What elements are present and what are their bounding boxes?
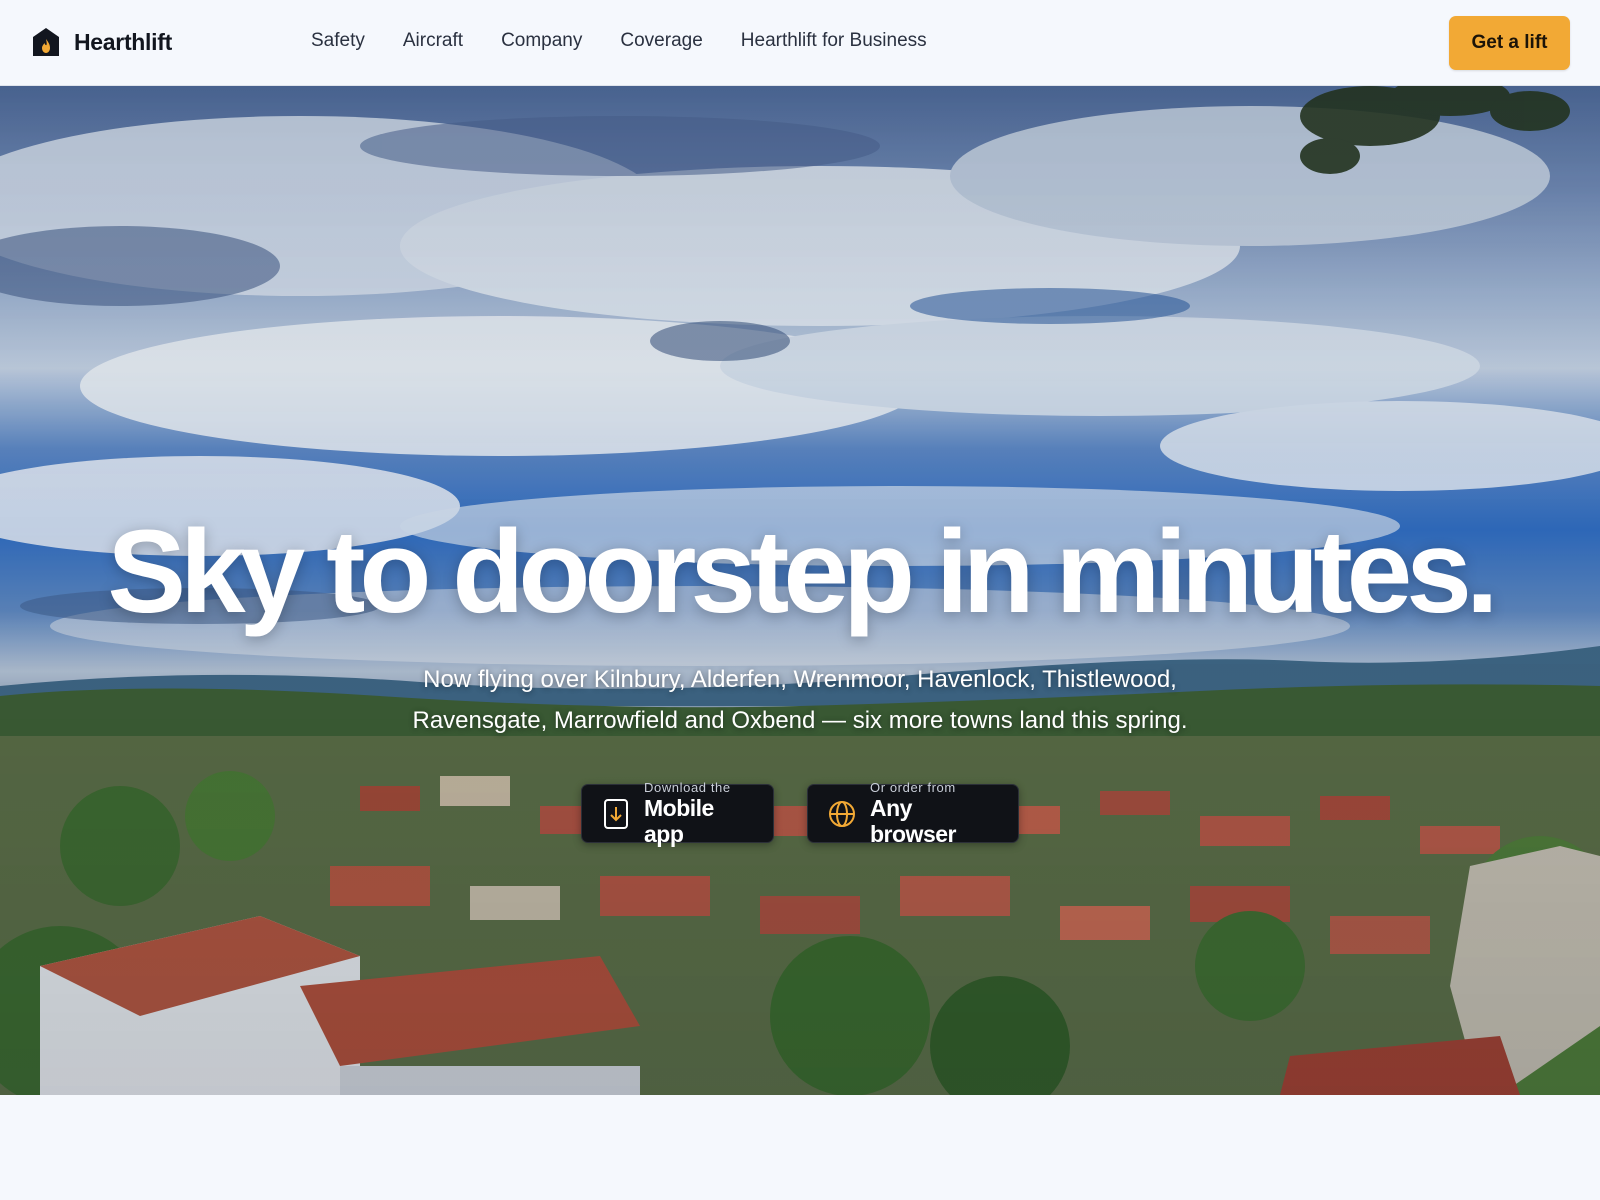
get-a-lift-button[interactable]: Get a lift <box>1449 16 1570 70</box>
nav-link-coverage[interactable]: Coverage <box>620 30 702 52</box>
hero-section: Sky to doorstep in minutes. Now flying o… <box>0 86 1600 1095</box>
phone-download-icon <box>604 798 628 829</box>
mobile-app-text: Download the Mobile app <box>644 780 753 847</box>
hero-headline: Sky to doorstep in minutes. <box>107 506 1498 638</box>
mobile-app-big-label: Mobile app <box>644 795 714 847</box>
download-mobile-app-button[interactable]: Download the Mobile app <box>581 780 774 847</box>
browser-big-label: Any browser <box>870 795 956 847</box>
brand-name: Hearthlift <box>74 28 172 55</box>
nav-link-business[interactable]: Hearthlift for Business <box>741 30 927 52</box>
brand-logo-link[interactable]: Hearthlift <box>32 27 172 57</box>
browser-small-label: Or order from <box>870 780 956 795</box>
browser-text: Or order from Any browser <box>870 780 998 847</box>
nav-link-aircraft[interactable]: Aircraft <box>403 30 463 52</box>
nav-link-safety[interactable]: Safety <box>311 30 365 52</box>
nav-link-company[interactable]: Company <box>501 30 582 52</box>
house-flame-icon <box>33 28 59 56</box>
hero-subline: Now flying over Kilnbury, Alderfen, Wren… <box>412 666 1188 734</box>
mobile-app-small-label: Download the <box>644 780 731 795</box>
top-nav: Hearthlift Safety Aircraft Company Cover… <box>0 0 1600 86</box>
globe-icon <box>829 800 855 827</box>
nav-links: Safety Aircraft Company Coverage Hearthl… <box>311 30 927 52</box>
order-from-browser-button[interactable]: Or order from Any browser <box>807 780 1019 847</box>
